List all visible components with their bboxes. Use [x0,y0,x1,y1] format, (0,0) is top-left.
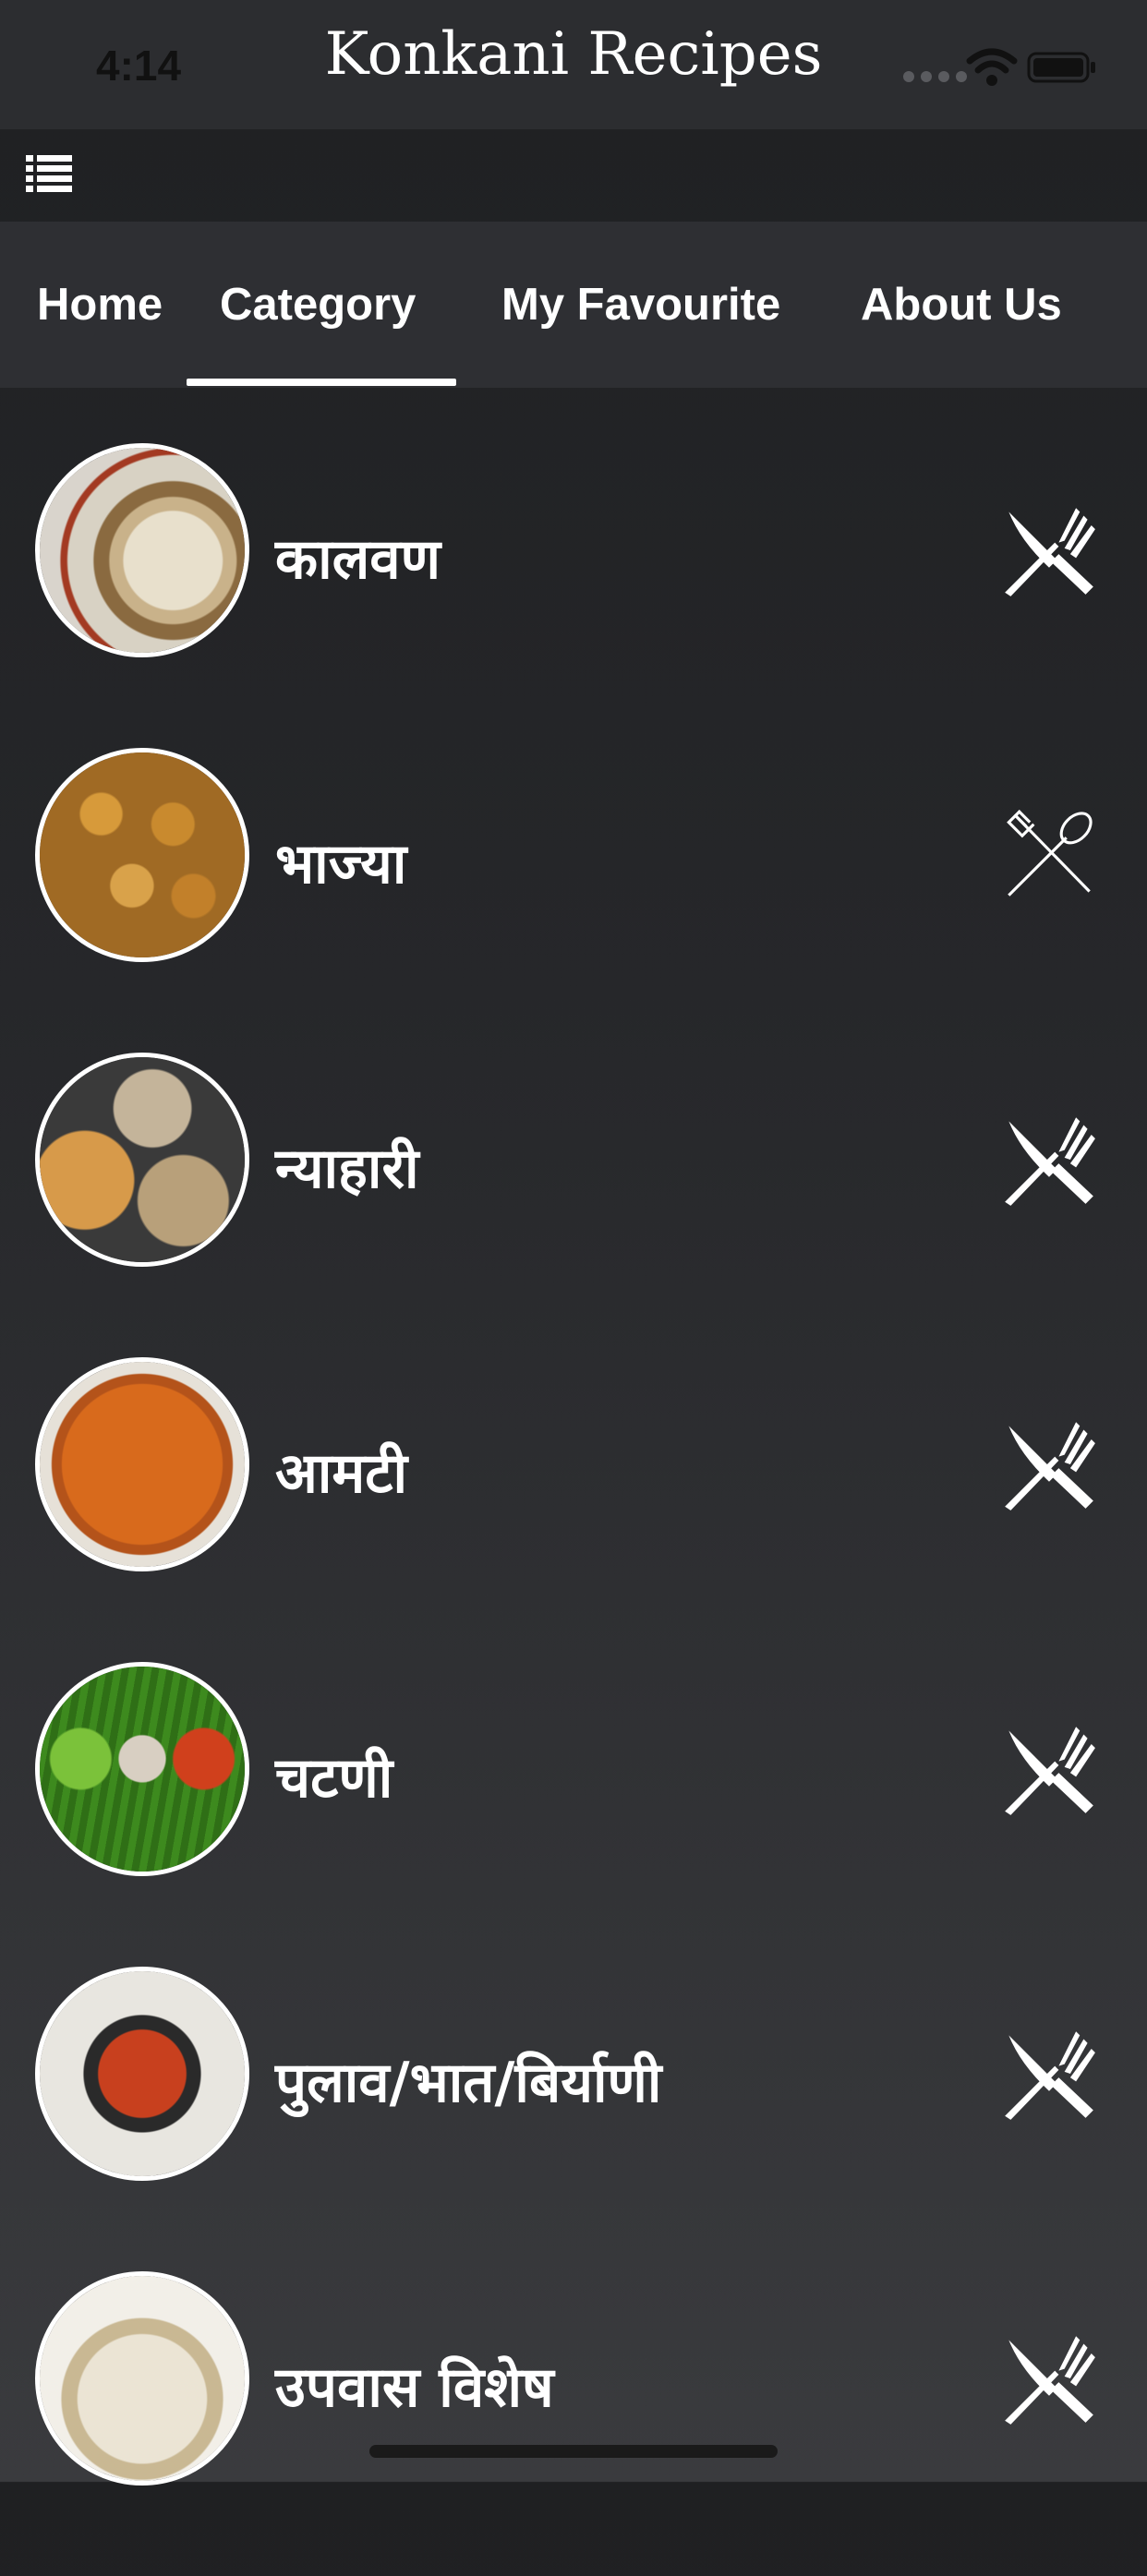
tab-my-favourite[interactable]: My Favourite [501,222,780,388]
list-item[interactable]: भाज्या [0,748,1147,1053]
category-thumbnail [35,1662,249,1876]
tab-about-us[interactable]: About Us [861,222,1062,388]
list-item[interactable]: उपवास विशेष [0,2271,1147,2576]
category-thumbnail [35,1357,249,1571]
cutlery-solid-icon[interactable] [1001,2026,1097,2122]
cutlery-solid-icon[interactable] [1001,502,1097,598]
category-label: आमटी [275,1441,407,1506]
category-label: पुलाव/भात/बिर्याणी [275,2051,662,2115]
category-thumbnail [35,1967,249,2181]
category-thumbnail [35,748,249,962]
menu-list-icon[interactable] [24,153,74,192]
category-thumbnail [35,1053,249,1267]
cutlery-solid-icon[interactable] [1001,1416,1097,1512]
tab-home[interactable]: Home [37,222,163,388]
list-item[interactable]: कालवण [0,443,1147,748]
cutlery-solid-icon[interactable] [1001,2330,1097,2426]
list-item[interactable]: पुलाव/भात/बिर्याणी [0,1967,1147,2271]
category-label: न्याहारी [275,1137,419,1201]
category-label: उपवास विशेष [275,2355,554,2420]
home-indicator[interactable] [369,2445,778,2458]
tab-bar: Home Category My Favourite About Us [0,222,1147,388]
category-label: कालवण [275,527,441,592]
cutlery-solid-icon[interactable] [1001,1112,1097,1208]
category-label: भाज्या [275,832,407,897]
list-item[interactable]: आमटी [0,1357,1147,1662]
tab-category[interactable]: Category [220,222,416,388]
fork-spoon-outline-icon[interactable] [1001,807,1097,903]
app-title: Konkani Recipes [324,20,823,89]
category-thumbnail [35,2271,249,2486]
list-item[interactable]: न्याहारी [0,1053,1147,1357]
category-label: चटणी [275,1746,393,1811]
cutlery-solid-icon[interactable] [1001,1721,1097,1817]
list-item[interactable]: चटणी [0,1662,1147,1967]
category-thumbnail [35,443,249,657]
active-tab-indicator [187,379,456,386]
